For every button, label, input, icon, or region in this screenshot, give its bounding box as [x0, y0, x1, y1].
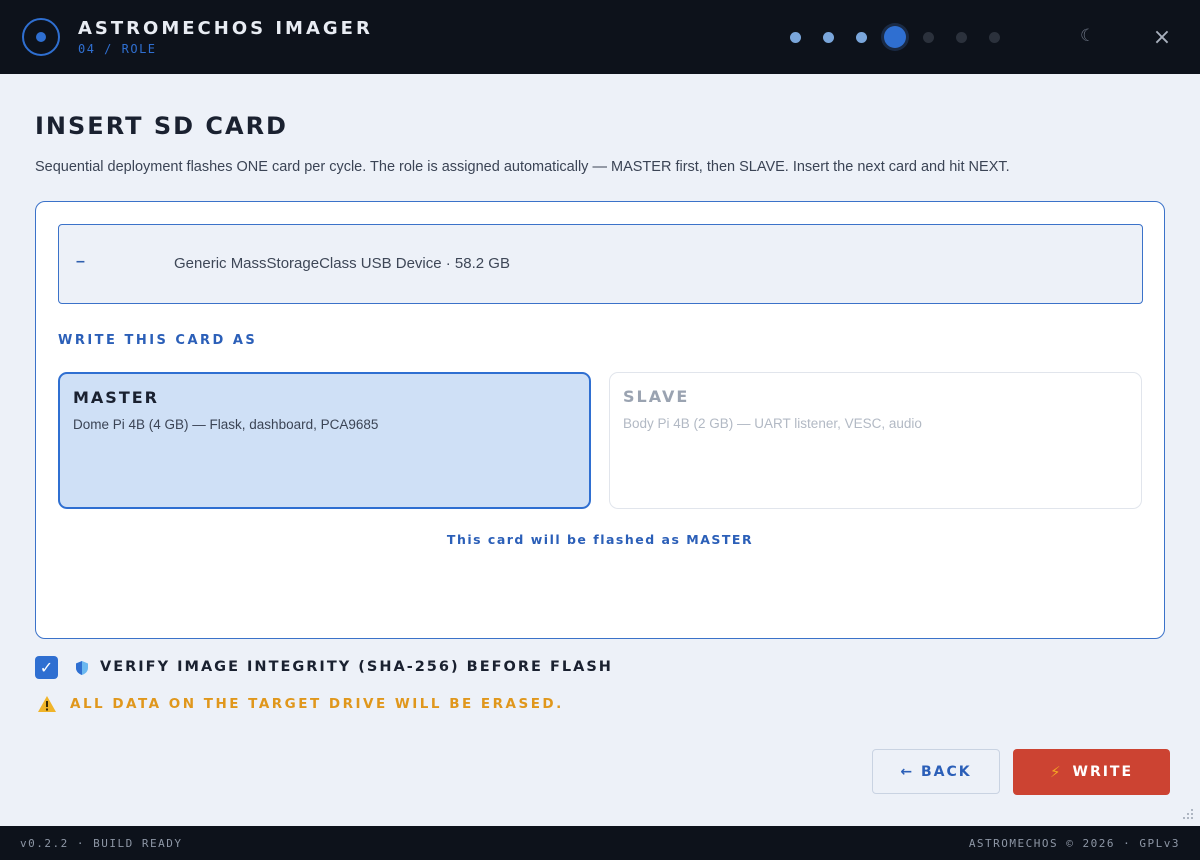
role-option-master[interactable]: MASTER Dome Pi 4B (4 GB) — Flask, dashbo… [58, 372, 591, 509]
device-indicator: – [76, 253, 85, 270]
role-option-name: SLAVE [623, 387, 690, 406]
copyright: ASTROMECHOS © 2026 · GPLv3 [968, 837, 1180, 850]
verify-label[interactable]: VERIFY IMAGE INTEGRITY (SHA-256) BEFORE … [100, 659, 613, 675]
write-button[interactable]: ⚡ WRITE [1013, 749, 1170, 795]
step-dot-5 [923, 31, 934, 43]
card-panel: – Generic MassStorageClass USB Device · … [35, 201, 1165, 639]
role-option-description: Dome Pi 4B (4 GB) — Flask, dashboard, PC… [73, 417, 379, 432]
build-status: v0.2.2 · BUILD READY [20, 837, 183, 850]
role-status: This card will be flashed as MASTER [446, 532, 754, 547]
role-option-slave[interactable]: SLAVE Body Pi 4B (2 GB) — UART listener,… [609, 372, 1142, 509]
write-button-label: WRITE [1072, 764, 1134, 780]
role-option-name: MASTER [73, 388, 159, 407]
lightning-icon: ⚡ [1049, 763, 1063, 781]
logo-dot [36, 32, 46, 42]
erase-warning: ALL DATA ON THE TARGET DRIVE WILL BE ERA… [70, 696, 564, 712]
step-dot-3 [856, 31, 867, 43]
step-dot-7 [989, 31, 1000, 43]
device-name: Generic MassStorageClass USB Device · 58… [174, 255, 510, 272]
title-bar: ASTROMECHOS IMAGER 04 / ROLE ☾ × [0, 0, 1200, 74]
step-indicator [790, 25, 1022, 49]
step-label: 04 / ROLE [78, 42, 157, 56]
step-dot-2 [823, 31, 834, 43]
shield-icon [76, 661, 88, 675]
moon-icon[interactable]: ☾ [1080, 26, 1095, 46]
app-title: ASTROMECHOS IMAGER [78, 18, 373, 39]
close-icon[interactable]: × [1152, 27, 1172, 49]
step-dot-1 [790, 31, 801, 43]
warning-icon [38, 696, 56, 712]
app-logo-icon [22, 18, 60, 56]
back-button[interactable]: ← BACK [872, 749, 1000, 794]
status-bar: v0.2.2 · BUILD READY ASTROMECHOS © 2026 … [0, 826, 1200, 860]
page-title: INSERT SD CARD [35, 112, 288, 140]
step-dot-6 [956, 31, 967, 43]
role-heading: WRITE THIS CARD AS [58, 333, 258, 348]
page-description: Sequential deployment flashes ONE card p… [35, 159, 1010, 175]
resize-grip-icon[interactable] [1180, 806, 1194, 820]
verify-checkbox[interactable]: ✓ [35, 656, 58, 679]
step-dot-4-current [884, 26, 906, 48]
role-option-description: Body Pi 4B (2 GB) — UART listener, VESC,… [623, 416, 922, 431]
device-row[interactable]: – Generic MassStorageClass USB Device · … [58, 224, 1143, 304]
